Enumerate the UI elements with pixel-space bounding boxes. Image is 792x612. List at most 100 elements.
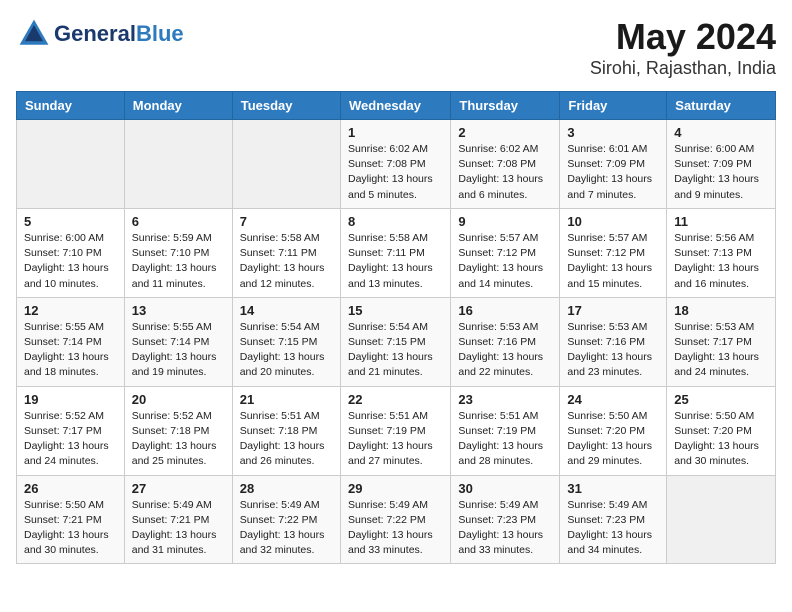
calendar-cell: 21 Sunrise: 5:51 AM Sunset: 7:18 PM Dayli… xyxy=(232,386,340,475)
title-block: May 2024 Sirohi, Rajasthan, India xyxy=(590,16,776,79)
weekday-header-row: SundayMondayTuesdayWednesdayThursdayFrid… xyxy=(17,92,776,120)
day-info: Sunrise: 5:49 AM Sunset: 7:22 PM Dayligh… xyxy=(348,498,443,559)
day-number: 28 xyxy=(240,481,333,496)
calendar-cell: 13 Sunrise: 5:55 AM Sunset: 7:14 PM Dayli… xyxy=(124,297,232,386)
calendar-cell: 22 Sunrise: 5:51 AM Sunset: 7:19 PM Dayli… xyxy=(340,386,450,475)
day-number: 18 xyxy=(674,303,768,318)
day-info: Sunrise: 5:50 AM Sunset: 7:21 PM Dayligh… xyxy=(24,498,117,559)
calendar-cell: 20 Sunrise: 5:52 AM Sunset: 7:18 PM Dayli… xyxy=(124,386,232,475)
day-number: 13 xyxy=(132,303,225,318)
calendar-week-row: 5 Sunrise: 6:00 AM Sunset: 7:10 PM Daylig… xyxy=(17,208,776,297)
weekday-header-saturday: Saturday xyxy=(667,92,776,120)
weekday-header-monday: Monday xyxy=(124,92,232,120)
day-info: Sunrise: 6:00 AM Sunset: 7:10 PM Dayligh… xyxy=(24,231,117,292)
day-number: 5 xyxy=(24,214,117,229)
day-number: 29 xyxy=(348,481,443,496)
calendar-cell: 17 Sunrise: 5:53 AM Sunset: 7:16 PM Dayli… xyxy=(560,297,667,386)
calendar-cell: 10 Sunrise: 5:57 AM Sunset: 7:12 PM Dayli… xyxy=(560,208,667,297)
day-info: Sunrise: 5:57 AM Sunset: 7:12 PM Dayligh… xyxy=(567,231,659,292)
calendar-week-row: 26 Sunrise: 5:50 AM Sunset: 7:21 PM Dayli… xyxy=(17,475,776,564)
logo: GeneralBlue xyxy=(16,16,184,52)
calendar-cell: 28 Sunrise: 5:49 AM Sunset: 7:22 PM Dayli… xyxy=(232,475,340,564)
day-info: Sunrise: 5:51 AM Sunset: 7:19 PM Dayligh… xyxy=(348,409,443,470)
location-title: Sirohi, Rajasthan, India xyxy=(590,58,776,79)
day-info: Sunrise: 5:49 AM Sunset: 7:21 PM Dayligh… xyxy=(132,498,225,559)
calendar-cell: 5 Sunrise: 6:00 AM Sunset: 7:10 PM Daylig… xyxy=(17,208,125,297)
day-number: 6 xyxy=(132,214,225,229)
calendar-cell: 18 Sunrise: 5:53 AM Sunset: 7:17 PM Dayli… xyxy=(667,297,776,386)
logo-icon xyxy=(16,16,52,52)
calendar-cell xyxy=(124,120,232,209)
day-info: Sunrise: 5:53 AM Sunset: 7:16 PM Dayligh… xyxy=(567,320,659,381)
day-number: 30 xyxy=(458,481,552,496)
day-number: 4 xyxy=(674,125,768,140)
weekday-header-tuesday: Tuesday xyxy=(232,92,340,120)
day-info: Sunrise: 5:49 AM Sunset: 7:22 PM Dayligh… xyxy=(240,498,333,559)
day-info: Sunrise: 5:59 AM Sunset: 7:10 PM Dayligh… xyxy=(132,231,225,292)
calendar-body: 1 Sunrise: 6:02 AM Sunset: 7:08 PM Daylig… xyxy=(17,120,776,564)
day-number: 16 xyxy=(458,303,552,318)
day-info: Sunrise: 6:02 AM Sunset: 7:08 PM Dayligh… xyxy=(348,142,443,203)
day-info: Sunrise: 6:01 AM Sunset: 7:09 PM Dayligh… xyxy=(567,142,659,203)
weekday-header-thursday: Thursday xyxy=(451,92,560,120)
day-info: Sunrise: 5:58 AM Sunset: 7:11 PM Dayligh… xyxy=(348,231,443,292)
day-number: 22 xyxy=(348,392,443,407)
calendar-cell: 1 Sunrise: 6:02 AM Sunset: 7:08 PM Daylig… xyxy=(340,120,450,209)
day-number: 3 xyxy=(567,125,659,140)
day-info: Sunrise: 5:53 AM Sunset: 7:17 PM Dayligh… xyxy=(674,320,768,381)
calendar-cell: 15 Sunrise: 5:54 AM Sunset: 7:15 PM Dayli… xyxy=(340,297,450,386)
calendar-cell: 8 Sunrise: 5:58 AM Sunset: 7:11 PM Daylig… xyxy=(340,208,450,297)
day-info: Sunrise: 6:02 AM Sunset: 7:08 PM Dayligh… xyxy=(458,142,552,203)
day-number: 15 xyxy=(348,303,443,318)
day-number: 12 xyxy=(24,303,117,318)
day-number: 20 xyxy=(132,392,225,407)
day-number: 17 xyxy=(567,303,659,318)
calendar-header: SundayMondayTuesdayWednesdayThursdayFrid… xyxy=(17,92,776,120)
calendar-cell: 27 Sunrise: 5:49 AM Sunset: 7:21 PM Dayli… xyxy=(124,475,232,564)
calendar-cell: 19Sunrise: 5:52 AM Sunset: 7:17 PM Dayli… xyxy=(17,386,125,475)
calendar-cell: 16Sunrise: 5:53 AM Sunset: 7:16 PM Dayli… xyxy=(451,297,560,386)
day-number: 24 xyxy=(567,392,659,407)
day-info: Sunrise: 5:52 AM Sunset: 7:18 PM Dayligh… xyxy=(132,409,225,470)
calendar-cell: 3 Sunrise: 6:01 AM Sunset: 7:09 PM Daylig… xyxy=(560,120,667,209)
calendar-cell: 23 Sunrise: 5:51 AM Sunset: 7:19 PM Dayli… xyxy=(451,386,560,475)
month-title: May 2024 xyxy=(590,16,776,58)
day-number: 1 xyxy=(348,125,443,140)
day-number: 21 xyxy=(240,392,333,407)
calendar-cell: 4 Sunrise: 6:00 AM Sunset: 7:09 PM Daylig… xyxy=(667,120,776,209)
calendar-cell: 9Sunrise: 5:57 AM Sunset: 7:12 PM Daylig… xyxy=(451,208,560,297)
day-number: 26 xyxy=(24,481,117,496)
day-number: 7 xyxy=(240,214,333,229)
calendar-week-row: 12 Sunrise: 5:55 AM Sunset: 7:14 PM Dayli… xyxy=(17,297,776,386)
weekday-header-sunday: Sunday xyxy=(17,92,125,120)
page-header: GeneralBlue May 2024 Sirohi, Rajasthan, … xyxy=(16,16,776,79)
calendar-cell: 31Sunrise: 5:49 AM Sunset: 7:23 PM Dayli… xyxy=(560,475,667,564)
day-info: Sunrise: 5:51 AM Sunset: 7:19 PM Dayligh… xyxy=(458,409,552,470)
day-info: Sunrise: 5:55 AM Sunset: 7:14 PM Dayligh… xyxy=(132,320,225,381)
day-number: 8 xyxy=(348,214,443,229)
calendar-cell: 7 Sunrise: 5:58 AM Sunset: 7:11 PM Daylig… xyxy=(232,208,340,297)
calendar-cell xyxy=(232,120,340,209)
calendar-cell: 25 Sunrise: 5:50 AM Sunset: 7:20 PM Dayli… xyxy=(667,386,776,475)
day-info: Sunrise: 6:00 AM Sunset: 7:09 PM Dayligh… xyxy=(674,142,768,203)
day-info: Sunrise: 5:54 AM Sunset: 7:15 PM Dayligh… xyxy=(240,320,333,381)
calendar-cell: 6 Sunrise: 5:59 AM Sunset: 7:10 PM Daylig… xyxy=(124,208,232,297)
weekday-header-friday: Friday xyxy=(560,92,667,120)
day-number: 27 xyxy=(132,481,225,496)
day-info: Sunrise: 5:58 AM Sunset: 7:11 PM Dayligh… xyxy=(240,231,333,292)
day-number: 14 xyxy=(240,303,333,318)
day-info: Sunrise: 5:50 AM Sunset: 7:20 PM Dayligh… xyxy=(674,409,768,470)
calendar-cell: 2 Sunrise: 6:02 AM Sunset: 7:08 PM Daylig… xyxy=(451,120,560,209)
day-number: 10 xyxy=(567,214,659,229)
day-number: 11 xyxy=(674,214,768,229)
day-info: Sunrise: 5:56 AM Sunset: 7:13 PM Dayligh… xyxy=(674,231,768,292)
calendar-cell xyxy=(667,475,776,564)
day-info: Sunrise: 5:50 AM Sunset: 7:20 PM Dayligh… xyxy=(567,409,659,470)
day-number: 25 xyxy=(674,392,768,407)
day-number: 9 xyxy=(458,214,552,229)
day-info: Sunrise: 5:54 AM Sunset: 7:15 PM Dayligh… xyxy=(348,320,443,381)
logo-text: GeneralBlue xyxy=(54,21,184,47)
day-number: 2 xyxy=(458,125,552,140)
day-info: Sunrise: 5:51 AM Sunset: 7:18 PM Dayligh… xyxy=(240,409,333,470)
day-number: 23 xyxy=(458,392,552,407)
